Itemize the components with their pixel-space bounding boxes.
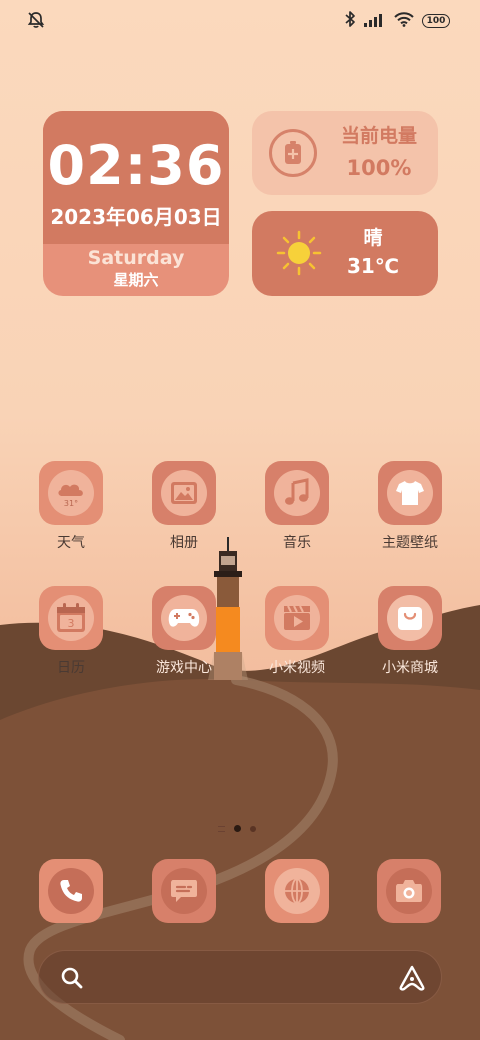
page-indicator-menu [218,825,225,832]
message-icon [161,868,207,914]
cloud-icon: 31° [48,470,94,516]
app-label: 音乐 [283,535,311,551]
gallery-icon [161,470,207,516]
weather-condition: 晴 [363,227,383,249]
assistant-icon[interactable] [397,964,427,996]
app-mi-store[interactable]: 小米商城 [360,586,460,696]
app-music[interactable]: 音乐 [247,461,347,571]
browser-globe-icon [274,868,320,914]
app-music-tile [265,461,329,525]
app-themes[interactable]: 主题壁纸 [360,461,460,571]
page-indicator[interactable] [218,825,256,832]
app-game-center[interactable]: 游戏中心 [134,586,234,696]
app-mi-video[interactable]: 小米视频 [247,586,347,696]
wifi-icon [394,11,414,31]
battery-charging-icon [269,129,317,177]
app-game-center-tile [152,586,216,650]
sun-icon [276,230,322,280]
app-label: 天气 [57,535,85,551]
clock-time: 02:36 [47,134,225,197]
clock-weekday-cn: 星期六 [113,271,159,289]
phone-icon [48,868,94,914]
dock-browser[interactable] [265,859,329,923]
weather-temperature: 31℃ [346,254,400,278]
battery-indicator: 100 [422,14,450,28]
video-clapper-icon [274,595,320,641]
app-label: 相册 [170,535,198,551]
search-icon[interactable] [59,965,85,995]
clock-weekday: Saturday [87,247,185,269]
app-label: 主题壁纸 [382,535,438,551]
weather-badge: 31° [64,499,78,508]
calendar-badge: 3 [68,617,75,630]
signal-icon [364,12,386,31]
app-label: 游戏中心 [156,660,212,676]
weather-widget[interactable]: 晴 31℃ [252,211,438,296]
bluetooth-icon [344,10,356,32]
camera-icon [386,868,432,914]
gamepad-icon [161,595,207,641]
dock-phone[interactable] [39,859,103,923]
calendar-icon: 3 [48,595,94,641]
app-calendar-tile: 3 [39,586,103,650]
app-gallery-tile [152,461,216,525]
app-calendar[interactable]: 3 日历 [21,586,121,696]
app-mi-store-tile [378,586,442,650]
app-gallery[interactable]: 相册 [134,461,234,571]
status-bar: 100 [0,0,480,40]
battery-widget-value: 100% [346,156,412,180]
music-note-icon [274,470,320,516]
clock-widget[interactable]: 02:36 2023年06月03日 Saturday 星期六 [43,111,229,296]
tshirt-icon [387,470,433,516]
battery-widget-title: 当前电量 [340,125,417,147]
app-weather-tile: 31° [39,461,103,525]
app-weather[interactable]: 31° 天气 [21,461,121,571]
shopping-bag-icon [387,595,433,641]
dock-messages[interactable] [152,859,216,923]
app-label: 小米视频 [269,660,325,676]
search-bar[interactable] [38,950,442,1004]
clock-date: 2023年06月03日 [50,205,222,229]
app-label: 小米商城 [382,660,438,676]
app-label: 日历 [57,660,85,676]
battery-widget[interactable]: 当前电量 100% [252,111,438,195]
app-mi-video-tile [265,586,329,650]
app-themes-tile [378,461,442,525]
page-dot [250,825,256,832]
bell-muted-icon [26,10,46,34]
dock-camera[interactable] [377,859,441,923]
page-dot-active [234,825,241,832]
